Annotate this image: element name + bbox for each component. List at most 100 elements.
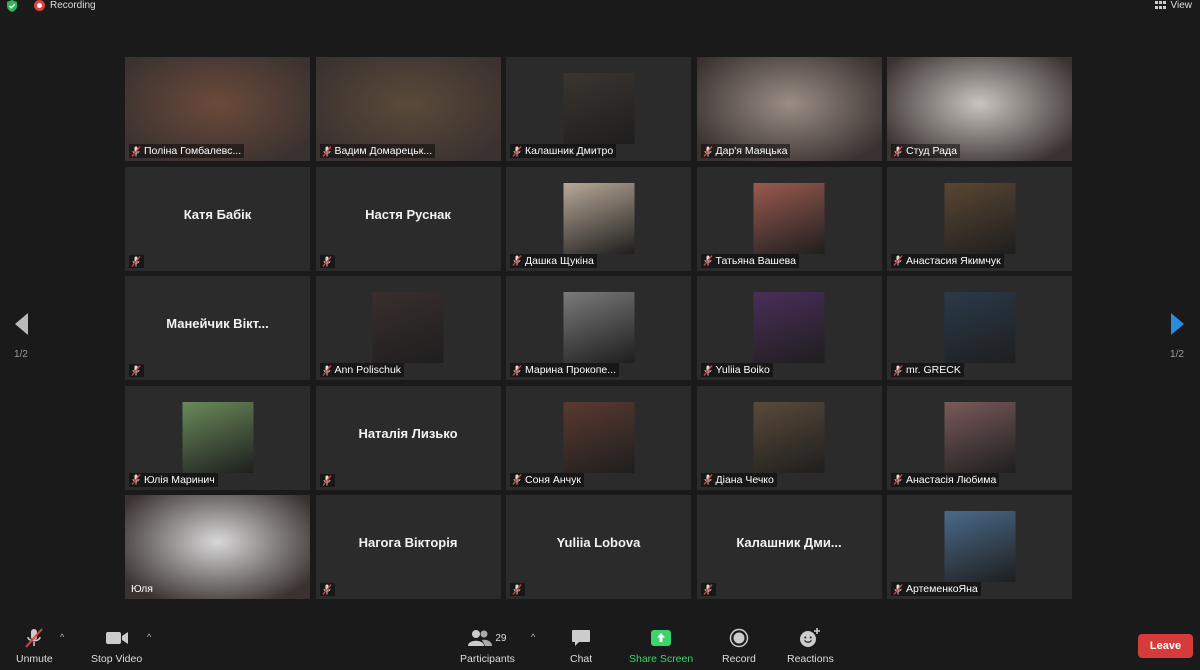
meeting-toolbar: Unmute ^ Stop Video ^ 29 Participants ^ — [0, 622, 1200, 670]
page-indicator-left: 1/2 — [14, 349, 28, 360]
participant-tile[interactable]: Настя Руснак — [315, 166, 501, 271]
participant-tile[interactable]: Поліна Гомбалевс... — [125, 57, 310, 161]
reactions-button[interactable]: Reactions — [787, 628, 834, 665]
profile-picture — [753, 292, 825, 363]
participant-name: Соня Анчук — [525, 473, 581, 486]
view-label: View — [1170, 0, 1193, 11]
participant-display-name: Катя Бабік — [183, 206, 252, 222]
participant-name-label — [319, 473, 335, 487]
participant-tile[interactable]: Наталія Лизько — [315, 385, 501, 490]
participant-name-label: Калашник Дмитро — [510, 144, 617, 158]
video-camera-icon — [105, 628, 129, 648]
participants-button[interactable]: 29 Participants — [460, 628, 515, 665]
participant-name-label: mr. GRECK — [891, 363, 964, 377]
participant-tile[interactable]: Діана Чечко — [696, 385, 882, 490]
recording-indicator[interactable]: Recording — [34, 0, 96, 11]
previous-page-button[interactable]: 1/2 — [6, 313, 36, 360]
participant-tile[interactable]: Манейчик Вікт... — [125, 276, 310, 380]
participant-name-label: Анастасия Якимчук — [891, 253, 1004, 268]
microphone-muted-icon — [131, 365, 141, 376]
participant-tile[interactable]: Соня Анчук — [506, 385, 691, 490]
participant-name-label: Анастасія Любима — [891, 472, 1000, 487]
microphone-muted-icon — [321, 584, 332, 595]
microphone-muted-icon — [702, 364, 713, 376]
participant-name-label — [319, 583, 335, 596]
participant-tile[interactable]: Катя Бабік — [125, 166, 310, 271]
view-button[interactable]: View — [1154, 0, 1193, 11]
participant-name: Дашка Щукіна — [525, 254, 594, 267]
participant-tile[interactable]: Нагога Вікторія — [315, 495, 501, 599]
participant-name-label: Марина Прокопе... — [510, 363, 620, 377]
profile-picture — [944, 292, 1015, 363]
record-button[interactable]: Record — [722, 628, 756, 665]
participant-tile[interactable]: Вадим Домарецьк... — [315, 57, 501, 161]
share-screen-button[interactable]: Share Screen — [629, 628, 693, 665]
participant-tile[interactable]: Анастасія Любима — [887, 385, 1072, 490]
shield-icon[interactable] — [6, 0, 18, 12]
participant-name-label: Студ Рада — [891, 144, 960, 158]
participants-options-caret-icon[interactable]: ^ — [531, 632, 535, 642]
participant-tile[interactable]: Ann Polischuk — [315, 276, 501, 380]
gallery-grid: Поліна Гомбалевс... Вадим Домарецьк... Кал… — [125, 57, 1072, 599]
participant-name: Дар'я Маяцька — [715, 145, 788, 157]
microphone-muted-icon — [702, 584, 713, 595]
unmute-label: Unmute — [16, 653, 53, 665]
microphone-muted-icon — [702, 255, 713, 266]
participant-tile[interactable]: Анастасия Якимчук — [887, 166, 1072, 271]
microphone-muted-icon — [131, 145, 141, 157]
profile-picture — [563, 292, 634, 363]
next-page-button[interactable]: 1/2 — [1162, 313, 1192, 360]
participant-tile[interactable]: Калашник Дмитро — [506, 57, 691, 161]
profile-picture — [563, 182, 634, 254]
participant-name-label: Ann Polischuk — [319, 363, 405, 377]
video-options-caret-icon[interactable]: ^ — [147, 632, 151, 642]
participant-tile[interactable]: Юля — [125, 495, 310, 599]
reactions-label: Reactions — [787, 653, 834, 665]
participant-display-name: Настя Руснак — [365, 206, 451, 222]
participant-tile[interactable]: Yuliia Lobova — [506, 495, 691, 599]
chat-bubble-icon — [571, 628, 591, 648]
participant-tile[interactable]: Юлія Маринич — [125, 385, 310, 490]
participant-name-label: Дашка Щукіна — [510, 253, 597, 268]
microphone-muted-icon — [131, 255, 141, 267]
participant-display-name: Наталія Лизько — [358, 425, 458, 441]
participant-tile[interactable]: Дар'я Маяцька — [696, 57, 882, 161]
stop-video-button[interactable]: Stop Video — [91, 628, 142, 665]
leave-button[interactable]: Leave — [1138, 634, 1193, 658]
chat-label: Chat — [570, 653, 593, 665]
participant-display-name: Манейчик Вікт... — [166, 316, 269, 331]
participant-tile[interactable]: Марина Прокопе... — [506, 276, 691, 380]
microphone-muted-icon — [512, 364, 522, 376]
participant-tile[interactable]: mr. GRECK — [887, 276, 1072, 380]
participant-tile[interactable]: АртеменкоЯна — [887, 495, 1072, 599]
participant-name-label: Татьяна Вашева — [700, 253, 799, 268]
participant-name: Анастасія Любима — [906, 473, 997, 486]
participant-tile[interactable]: Калашник Дми... — [696, 495, 882, 599]
participant-tile[interactable]: Студ Рада — [887, 57, 1072, 161]
microphone-muted-icon — [321, 145, 332, 157]
profile-picture — [372, 292, 444, 363]
profile-picture — [944, 182, 1015, 254]
chevron-right-icon — [1170, 313, 1184, 335]
participant-name: Татьяна Вашева — [715, 254, 796, 267]
participant-tile[interactable]: Татьяна Вашева — [696, 166, 882, 271]
microphone-muted-icon — [893, 255, 903, 266]
participant-display-name: Yuliia Lobova — [556, 535, 641, 550]
profile-picture — [944, 401, 1015, 473]
participant-name-label: Соня Анчук — [510, 472, 584, 487]
participant-tile[interactable]: Yuliia Boiko — [696, 276, 882, 380]
participant-tile[interactable]: Дашка Щукіна — [506, 166, 691, 271]
participants-label: Participants — [460, 653, 515, 665]
unmute-button[interactable]: Unmute — [16, 628, 53, 665]
microphone-muted-icon — [512, 145, 522, 157]
chat-button[interactable]: Chat — [570, 628, 592, 665]
smiley-add-icon — [799, 628, 821, 648]
microphone-muted-icon — [893, 583, 903, 595]
microphone-muted-icon — [893, 364, 903, 376]
microphone-muted-icon — [512, 255, 522, 266]
audio-options-caret-icon[interactable]: ^ — [60, 632, 64, 642]
microphone-muted-icon — [702, 474, 713, 485]
participant-name-label: АртеменкоЯна — [891, 582, 981, 596]
microphone-muted-icon — [512, 584, 522, 595]
microphone-muted-icon — [321, 474, 332, 486]
